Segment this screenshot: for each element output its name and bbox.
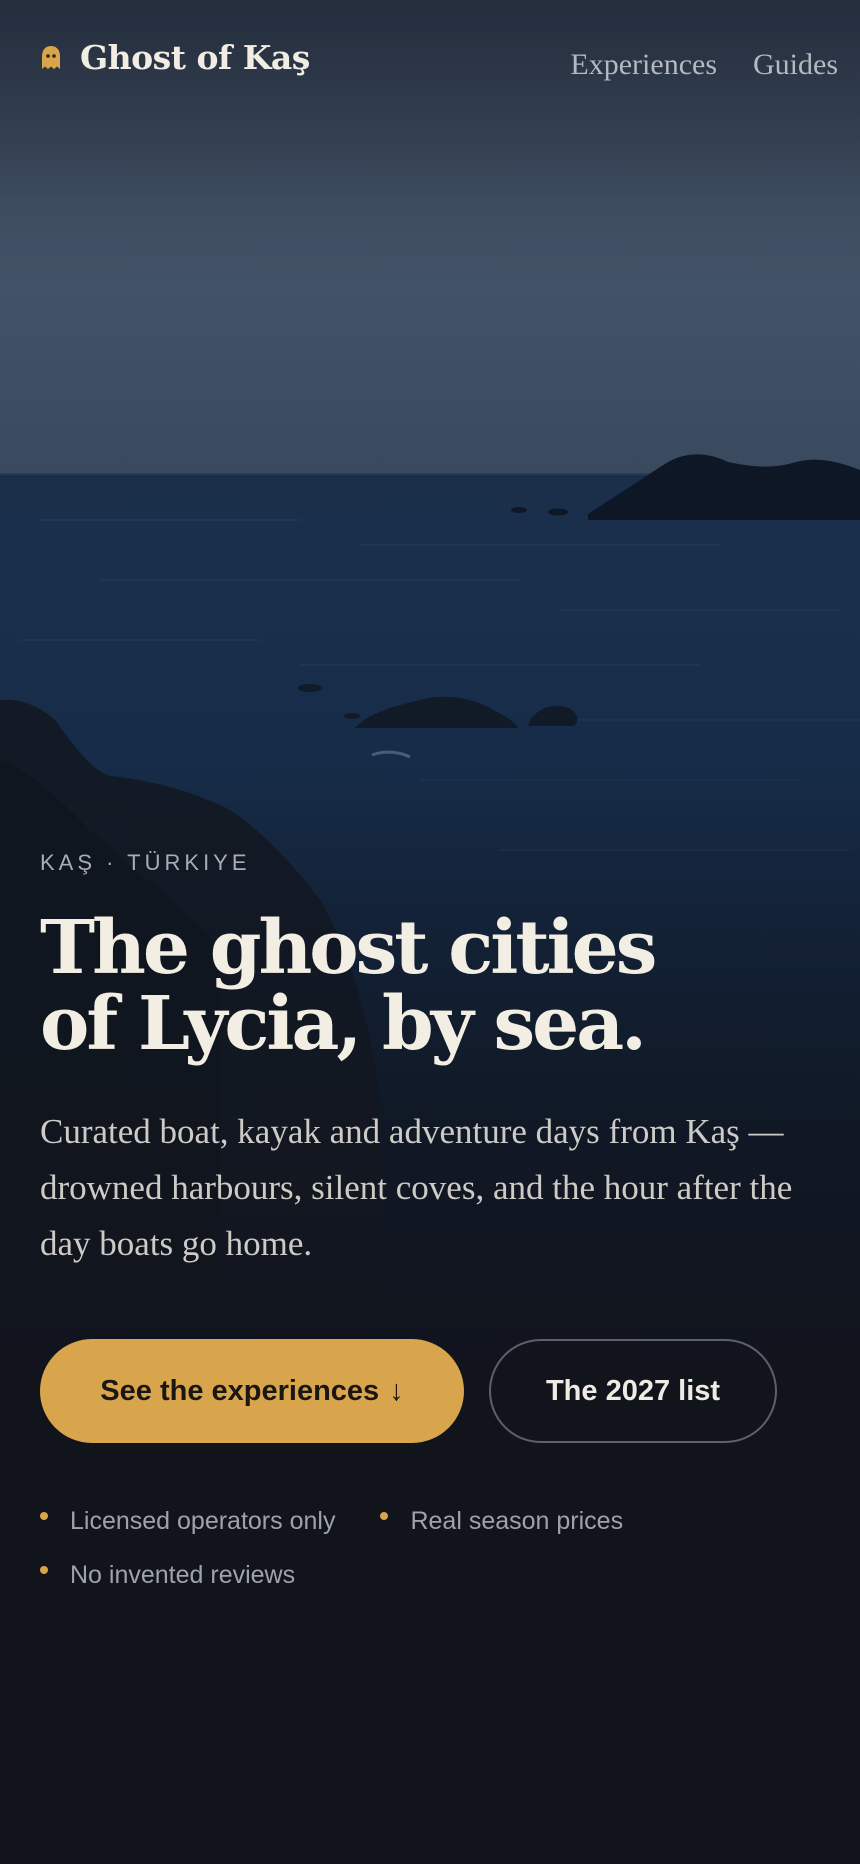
list-2027-label: The 2027 list — [545, 1374, 721, 1407]
list-2027-button[interactable]: The 2027 list — [489, 1339, 777, 1443]
hero-headline-line-1: The ghost cities — [40, 905, 657, 991]
hero-kicker: KAŞ · TÜRKIYE — [40, 850, 251, 875]
trust-item-label: Licensed operators only — [70, 1506, 336, 1535]
nav-link-experiences[interactable]: Experiences — [570, 48, 717, 82]
ghost-icon — [42, 45, 60, 69]
trust-item: No invented reviews — [40, 1559, 295, 1591]
hero-headline-line-2: of Lycia, by sea. — [40, 981, 647, 1067]
trust-list: Licensed operators only Real season pric… — [40, 1505, 830, 1591]
trust-item-label: No invented reviews — [70, 1560, 296, 1589]
trust-item: Real season prices — [380, 1505, 623, 1537]
bullet-dot-icon — [40, 1566, 48, 1574]
trust-item: Licensed operators only — [40, 1505, 335, 1537]
brand-logo-link[interactable]: Ghost of Kaş — [40, 38, 310, 77]
arrow-down-icon: ↓ — [389, 1374, 404, 1407]
see-experiences-label: See the experiences — [100, 1374, 380, 1407]
hero-headline: The ghost cities of Lycia, by sea. — [40, 910, 830, 1062]
bullet-dot-icon — [40, 1512, 48, 1520]
hero-lede: Curated boat, kayak and adventure days f… — [40, 1112, 793, 1263]
landing-page: Ghost of Kaş Experiences Guides KAŞ · TÜ… — [0, 0, 860, 1864]
see-experiences-button[interactable]: See the experiences ↓ — [40, 1339, 464, 1443]
top-nav: Ghost of Kaş Experiences Guides — [0, 0, 860, 130]
trust-item-label: Real season prices — [410, 1506, 624, 1535]
hero-section: KAŞ · TÜRKIYE The ghost cities of Lycia,… — [40, 850, 830, 1272]
brand-name: Ghost of Kaş — [80, 38, 310, 77]
bullet-dot-icon — [380, 1512, 389, 1520]
hero-ctas: See the experiences ↓ The 2027 list — [40, 1339, 777, 1443]
nav-link-guides[interactable]: Guides — [753, 48, 838, 82]
nav-links: Experiences Guides — [570, 48, 838, 82]
